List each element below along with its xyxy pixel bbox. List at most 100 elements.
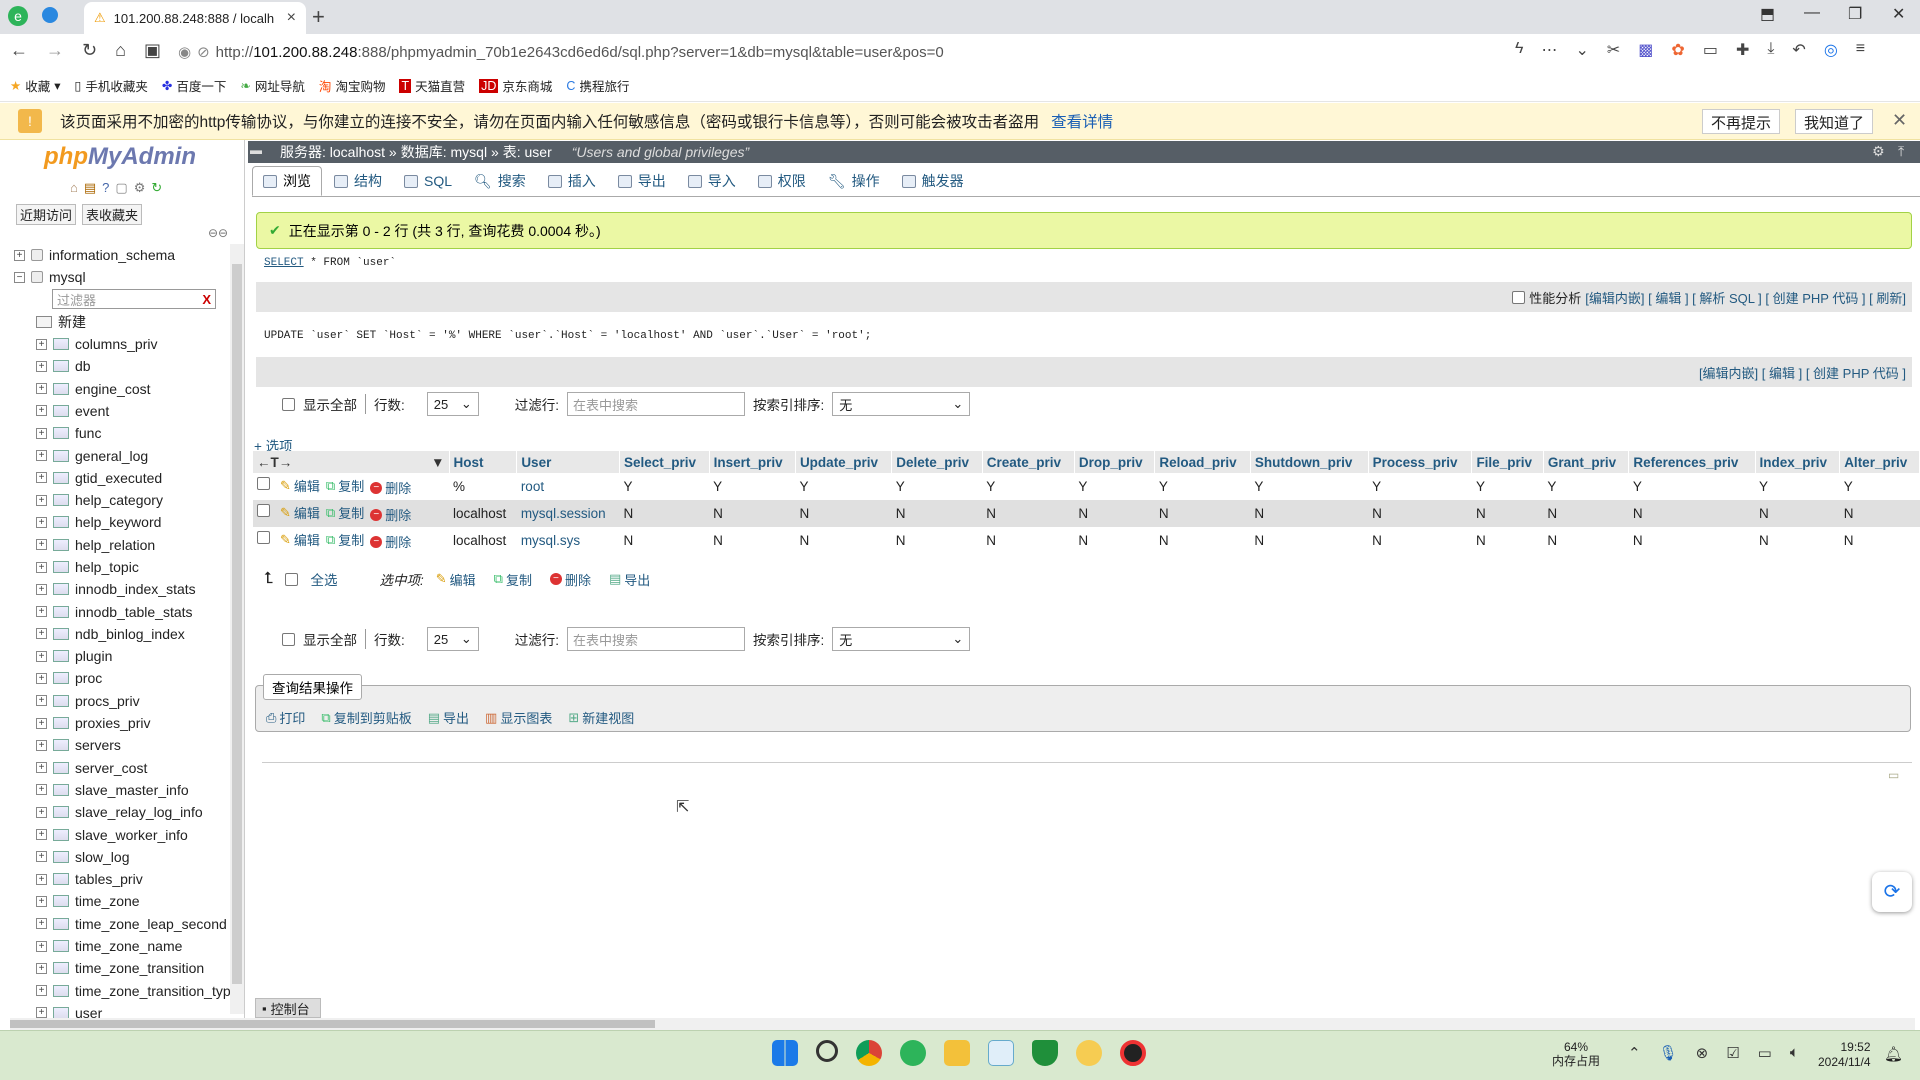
window-close-icon[interactable]: ✕ [1892,4,1905,24]
close-circle-icon[interactable]: ⊗ [1696,1044,1709,1062]
table-cell[interactable]: N [1543,500,1629,527]
undo-icon[interactable]: ↶ [1792,40,1805,60]
table-cell[interactable]: N [892,527,983,554]
tab-triggers[interactable]: 触发器 [891,166,974,196]
red-app-icon[interactable] [1120,1040,1146,1066]
print-button[interactable]: ⎙ 打印 [266,708,305,727]
console-toggle[interactable]: ▪ 控制台 [255,998,321,1018]
row-delete-button[interactable]: − 删除 [370,532,411,551]
col-user[interactable]: User [516,451,620,473]
col-shutdown-priv[interactable]: Shutdown_priv [1250,451,1369,473]
table-cell[interactable]: N [1074,527,1155,554]
expand-icon[interactable]: + [36,427,47,439]
table-cell[interactable]: N [619,500,710,527]
sidebar-scroll-thumb[interactable] [232,264,242,984]
breadcrumb-server[interactable]: 服务器: localhost » [280,142,397,162]
security-shield-icon[interactable] [1032,1040,1058,1066]
breadcrumb-database[interactable]: 数据库: mysql » [401,142,499,162]
sidebar-table-item[interactable]: + help_category [14,489,236,511]
logout-icon[interactable]: ▤ [84,180,96,196]
expand-icon[interactable]: + [36,472,47,484]
display-chart-button[interactable]: ▥ 显示图表 [485,708,552,727]
sidebar-table-item[interactable]: + columns_priv [14,333,236,355]
sidebar-table-item[interactable]: + time_zone [14,890,236,912]
table-cell[interactable]: N [795,500,892,527]
col-host[interactable]: Host [449,451,518,473]
sidebar-table-item[interactable]: + slave_relay_log_info [14,801,236,823]
table-cell[interactable]: mysql.session [516,500,620,527]
back-icon[interactable]: ← [10,40,28,61]
reload-nav-icon[interactable]: ↻ [151,180,162,196]
dont-show-again-button[interactable]: 不再提示 [1702,109,1781,134]
collapse-header-icon[interactable]: ⤒ [1898,143,1904,160]
table-row[interactable]: ✎ 编辑 ⧉ 复制 − 删除 localhost mysql.session N N N N N N N N N… [253,500,1920,527]
table-cell[interactable]: N [982,500,1075,527]
table-cell[interactable]: localhost [449,527,517,554]
more-icon[interactable]: ⋯ [1541,40,1557,60]
expand-icon[interactable]: + [36,784,47,796]
sidebar-table-item[interactable]: + help_keyword [14,511,236,533]
screen-icon[interactable]: ▭ [1703,40,1718,60]
row-checkbox[interactable] [257,530,270,544]
browser-logo-icon[interactable]: e [8,6,28,26]
table-row[interactable]: ✎ 编辑 ⧉ 复制 − 删除% root Y Y Y Y Y Y Y Y Y Y Y Y Y Y [253,473,1920,500]
expand-icon[interactable]: + [36,338,47,350]
bulk-delete-button[interactable]: − 删除 [549,570,591,589]
expand-icon[interactable]: + [36,717,47,729]
collapse-icon[interactable]: − [14,271,25,283]
table-cell[interactable]: Y [709,473,795,500]
expand-icon[interactable]: + [36,494,47,506]
lightning-icon[interactable]: ϟ [1515,40,1523,60]
tab-browse[interactable]: 浏览 [252,166,322,196]
microphone-icon[interactable]: 🎙︎ [1659,1044,1678,1062]
table-cell[interactable]: N [1840,527,1920,554]
sidebar-table-item[interactable]: + procs_priv [14,690,236,712]
table-cell[interactable]: localhost [449,500,517,527]
sidebar-table-item[interactable]: + proxies_priv [14,712,236,734]
sidebar-table-item[interactable]: + time_zone_name [14,935,236,957]
sidebar-table-item[interactable]: + help_relation [14,534,236,556]
tree-new-table[interactable]: 新建 [14,311,236,333]
phpmyadmin-logo[interactable]: phpMyAdmin [44,143,196,171]
reload-icon[interactable]: ↻ [82,40,97,61]
col-alter-priv[interactable]: Alter_priv [1839,451,1920,473]
hide-nav-icon[interactable]: ▬ [250,143,262,157]
sidebar-table-item[interactable]: + time_zone_transition_typ [14,980,236,1002]
profiling-checkbox[interactable] [1512,290,1526,304]
chrome-icon[interactable] [856,1040,882,1066]
sidebar-table-item[interactable]: + func [14,422,236,444]
table-cell[interactable]: N [1368,500,1472,527]
sidebar-table-item[interactable]: + tables_priv [14,868,236,890]
col-index-priv[interactable]: Index_priv [1755,451,1841,473]
expand-icon[interactable]: + [36,962,47,974]
volume-icon[interactable]: 🔈︎ [1790,1044,1799,1062]
recent-button[interactable]: 近期访问 [16,204,77,225]
table-cell[interactable]: N [1839,500,1920,527]
assistant-float-icon[interactable]: ⟳ [1872,872,1912,912]
table-row[interactable]: ✎ 编辑 ⧉ 复制 − 删除 localhost mysql.sys N N N N N N N N N N N N N… [253,527,1920,554]
col-insert-priv[interactable]: Insert_priv [709,451,796,473]
sidebar-table-item[interactable]: + slow_log [14,846,236,868]
chevron-down-icon[interactable]: ⌄ [1575,40,1588,60]
sidebar-table-item[interactable]: + proc [14,667,236,689]
system-clock[interactable]: 19:52 2024/11/4 [1818,1040,1871,1070]
table-cell[interactable]: N [1629,527,1755,554]
warning-close-icon[interactable]: ✕ [1892,110,1907,131]
scissors-icon[interactable]: ✂ [1607,40,1620,60]
table-cell[interactable]: Y [1840,473,1920,500]
row-delete-button[interactable]: − 删除 [370,505,411,524]
sidebar-table-item[interactable]: + gtid_executed [14,467,236,489]
col-grant-priv[interactable]: Grant_priv [1543,451,1630,473]
rows-select-bottom[interactable]: 25 ⌄ [426,627,479,651]
table-cell[interactable]: N [619,527,709,554]
expand-icon[interactable]: + [36,985,47,997]
table-cell[interactable]: N [795,527,891,554]
bookmark-favorites[interactable]: ★ 收藏 ▾ [10,76,61,95]
table-cell[interactable]: N [1628,500,1756,527]
table-cell[interactable]: N [1074,500,1155,527]
table-cell[interactable]: N [1543,527,1629,554]
game-icon[interactable]: ✿ [1671,40,1684,60]
expand-icon[interactable]: + [36,739,47,751]
warning-details-link[interactable]: 查看详情 [1051,110,1113,132]
sql-tool-links[interactable]: [编辑内嵌] [ 编辑 ] [ 解析 SQL ] [ 创建 PHP 代码 ] [… [1585,288,1906,307]
